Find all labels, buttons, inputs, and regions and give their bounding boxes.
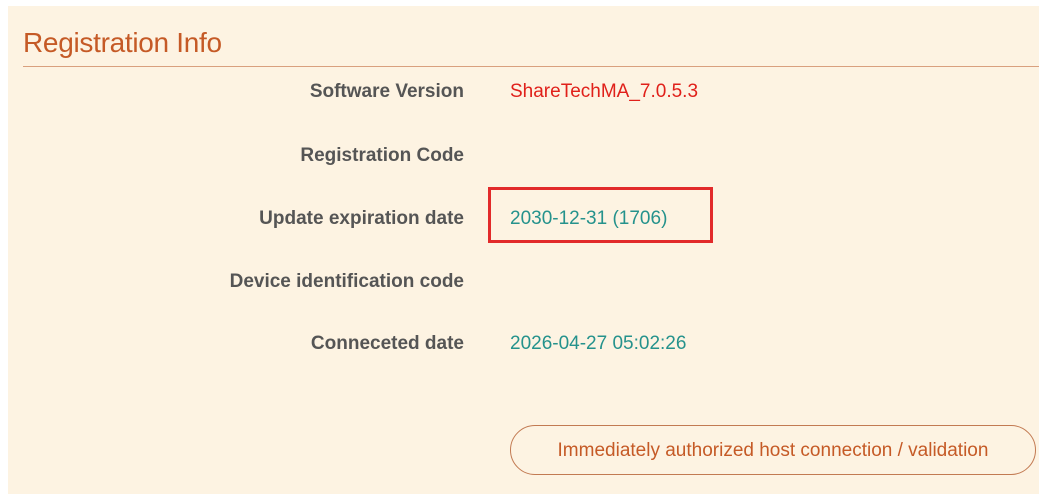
software-version-row: Software Version ShareTechMA_7.0.5.3 xyxy=(8,75,1039,109)
update-expiration-label: Update expiration date xyxy=(259,208,464,229)
connected-date-label: Conneceted date xyxy=(310,333,464,354)
software-version-label: Software Version xyxy=(309,81,464,102)
title-divider xyxy=(23,66,1039,67)
connected-date-row: Conneceted date 2026-04-27 05:02:26 xyxy=(8,327,1039,361)
registration-info-panel: Registration Info Software Version Share… xyxy=(8,6,1039,494)
software-version-value: ShareTechMA_7.0.5.3 xyxy=(510,81,699,102)
device-id-label: Device identification code xyxy=(229,271,464,292)
expiration-highlight-box xyxy=(488,187,713,243)
registration-code-row: Registration Code xyxy=(8,139,1039,173)
panel-title: Registration Info xyxy=(23,27,222,58)
device-id-row: Device identification code xyxy=(8,265,1039,299)
authorize-host-button[interactable]: Immediately authorized host connection /… xyxy=(510,425,1036,475)
connected-date-value: 2026-04-27 05:02:26 xyxy=(510,333,687,354)
registration-code-label: Registration Code xyxy=(300,145,464,166)
